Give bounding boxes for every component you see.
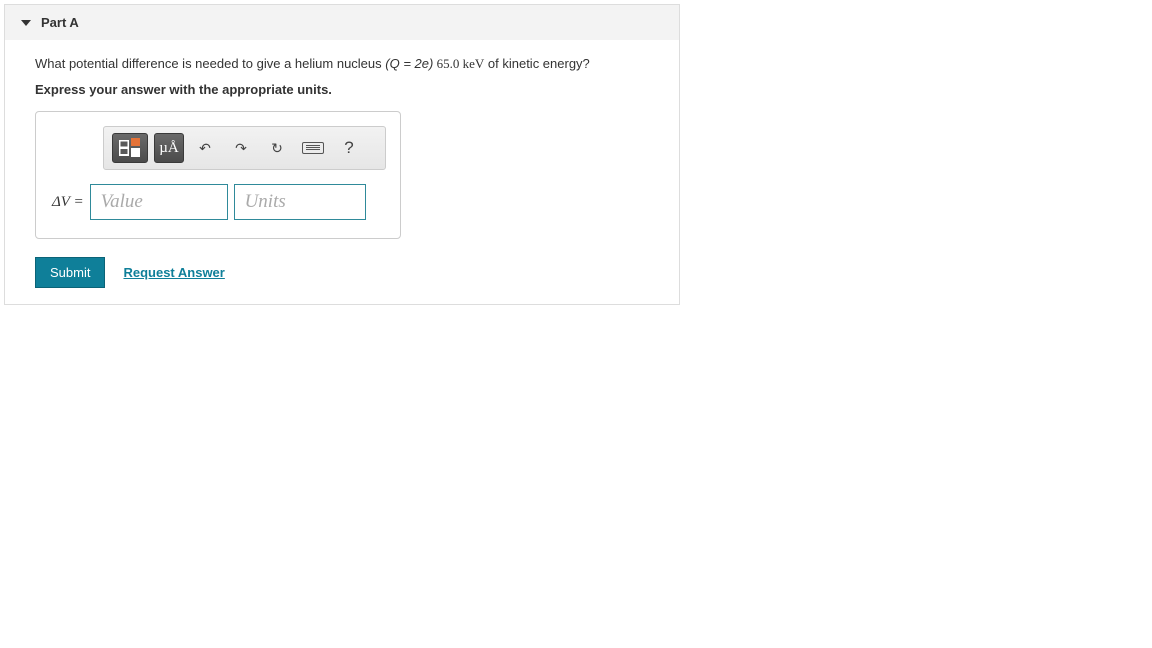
undo-icon: ↶ xyxy=(199,140,211,157)
question-prefix: What potential difference is needed to g… xyxy=(35,56,385,71)
redo-button[interactable]: ↷ xyxy=(226,133,256,163)
submit-button[interactable]: Submit xyxy=(35,257,105,288)
answer-entry-row: ΔV = Value Units xyxy=(48,184,388,220)
question-paren: (Q = 2e) xyxy=(385,56,433,71)
units-placeholder: Units xyxy=(245,191,286,213)
units-menu-label: µÅ xyxy=(159,140,178,157)
help-button[interactable]: ? xyxy=(334,133,364,163)
request-answer-link[interactable]: Request Answer xyxy=(123,265,224,280)
value-input[interactable]: Value xyxy=(90,184,228,220)
help-icon: ? xyxy=(344,138,353,158)
template-picker-button[interactable] xyxy=(112,133,148,163)
question-unit: keV xyxy=(463,56,485,71)
units-menu-button[interactable]: µÅ xyxy=(154,133,184,163)
undo-button[interactable]: ↶ xyxy=(190,133,220,163)
reset-button[interactable]: ↻ xyxy=(262,133,292,163)
answer-toolbar: µÅ ↶ ↷ ↻ ? xyxy=(103,126,386,170)
keyboard-button[interactable] xyxy=(298,133,328,163)
caret-down-icon xyxy=(21,20,31,26)
part-header[interactable]: Part A xyxy=(5,5,679,40)
question-instruction: Express your answer with the appropriate… xyxy=(35,82,649,97)
question-text: What potential difference is needed to g… xyxy=(35,56,649,72)
redo-icon: ↷ xyxy=(235,140,247,157)
part-title: Part A xyxy=(41,15,79,30)
part-body: What potential difference is needed to g… xyxy=(5,40,679,304)
question-value: 65.0 xyxy=(433,56,462,71)
reset-icon: ↻ xyxy=(271,140,283,157)
question-eq: = 2 xyxy=(400,56,422,71)
question-var-e: e xyxy=(422,56,429,71)
answer-box: µÅ ↶ ↷ ↻ ? ΔV = xyxy=(35,111,401,239)
question-var-q: Q xyxy=(390,56,400,71)
part-panel: Part A What potential difference is need… xyxy=(4,4,680,305)
answer-actions: Submit Request Answer xyxy=(35,257,649,288)
keyboard-icon xyxy=(302,142,324,154)
answer-lhs: ΔV = xyxy=(48,194,84,211)
units-input[interactable]: Units xyxy=(234,184,366,220)
question-suffix: of kinetic energy? xyxy=(484,56,590,71)
value-placeholder: Value xyxy=(101,191,143,213)
